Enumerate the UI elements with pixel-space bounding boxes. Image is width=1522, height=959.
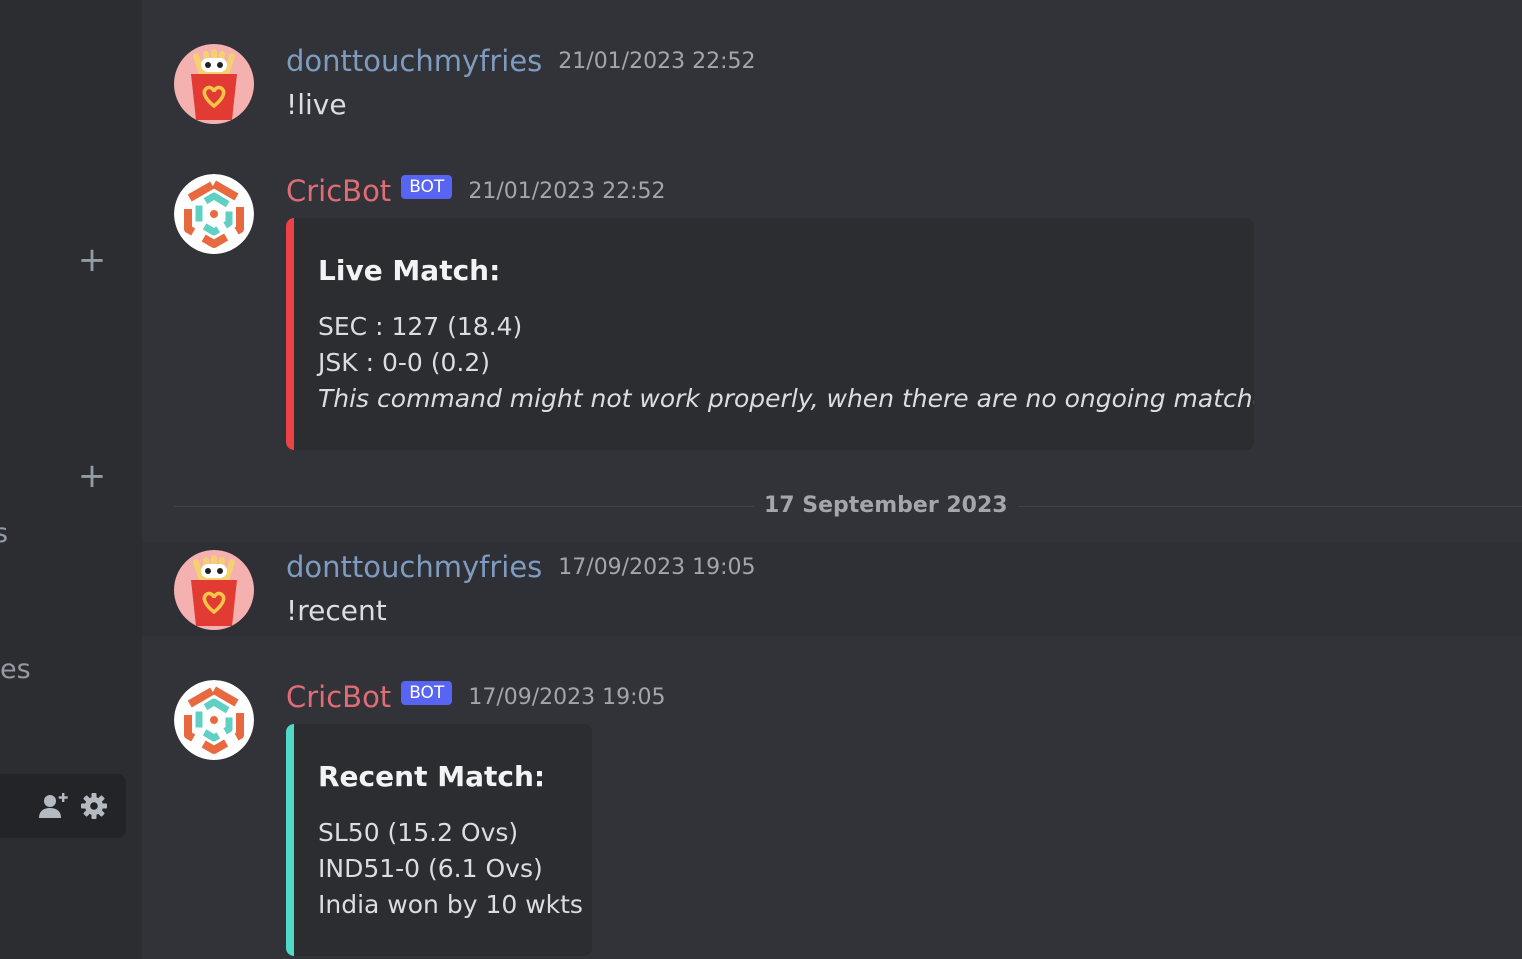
channel-label-fragment[interactable]: s xyxy=(0,518,8,549)
message-author[interactable]: donttouchmyfries xyxy=(286,550,542,584)
embed: Recent Match: SL50 (15.2 Ovs) IND51-0 (6… xyxy=(286,724,592,956)
message-timestamp: 17/09/2023 19:05 xyxy=(468,684,666,710)
message-content: !recent xyxy=(286,594,387,627)
bot-avatar[interactable] xyxy=(174,174,254,254)
embed-line: SL50 (15.2 Ovs) xyxy=(318,818,519,847)
user-panel xyxy=(0,774,126,838)
add-member-icon[interactable] xyxy=(38,791,68,821)
message-timestamp: 17/09/2023 19:05 xyxy=(558,554,756,580)
embed-line: India won by 10 wkts xyxy=(318,890,583,919)
fries-avatar-icon xyxy=(174,44,254,124)
message: CricBot BOT 17/09/2023 19:05 Recent Matc… xyxy=(142,656,1522,959)
embed-accent-bar xyxy=(286,218,294,450)
embed: Live Match: SEC : 127 (18.4) JSK : 0-0 (… xyxy=(286,218,1254,450)
fries-avatar-icon xyxy=(174,550,254,630)
add-channel-plus-icon[interactable]: + xyxy=(76,459,108,493)
message-author[interactable]: CricBot xyxy=(286,680,391,714)
embed-line: This command might not work properly, wh… xyxy=(318,384,1254,413)
bot-badge: BOT xyxy=(401,175,453,199)
embed-title: Live Match: xyxy=(318,254,501,287)
message: donttouchmyfries 17/09/2023 19:05 !recen… xyxy=(142,542,1522,636)
message: CricBot BOT 21/01/2023 22:52 Live Match:… xyxy=(142,150,1522,470)
cricbot-logo-icon xyxy=(174,680,254,760)
message-timestamp: 21/01/2023 22:52 xyxy=(468,178,666,204)
embed-line: IND51-0 (6.1 Ovs) xyxy=(318,854,543,883)
message-author[interactable]: donttouchmyfries xyxy=(286,44,542,78)
embed-line: SEC : 127 (18.4) xyxy=(318,312,523,341)
message-timestamp: 21/01/2023 22:52 xyxy=(558,48,756,74)
bot-badge: BOT xyxy=(401,681,453,705)
message-content: !live xyxy=(286,88,347,121)
add-channel-plus-icon[interactable]: + xyxy=(76,243,108,277)
message: donttouchmyfries 21/01/2023 22:52 !live xyxy=(142,0,1522,150)
date-divider: 17 September 2023 xyxy=(754,493,1018,518)
settings-gear-icon[interactable] xyxy=(79,791,109,821)
embed-title: Recent Match: xyxy=(318,760,546,793)
bot-avatar[interactable] xyxy=(174,680,254,760)
message-author[interactable]: CricBot xyxy=(286,174,391,208)
chat-area: donttouchmyfries 21/01/2023 22:52 !live … xyxy=(142,0,1522,959)
channel-sidebar: + + s es xyxy=(0,0,142,959)
cricbot-logo-icon xyxy=(174,174,254,254)
user-avatar[interactable] xyxy=(174,44,254,124)
embed-accent-bar xyxy=(286,724,294,956)
channel-label-fragment[interactable]: es xyxy=(0,654,31,685)
user-avatar[interactable] xyxy=(174,550,254,630)
embed-line: JSK : 0-0 (0.2) xyxy=(318,348,490,377)
